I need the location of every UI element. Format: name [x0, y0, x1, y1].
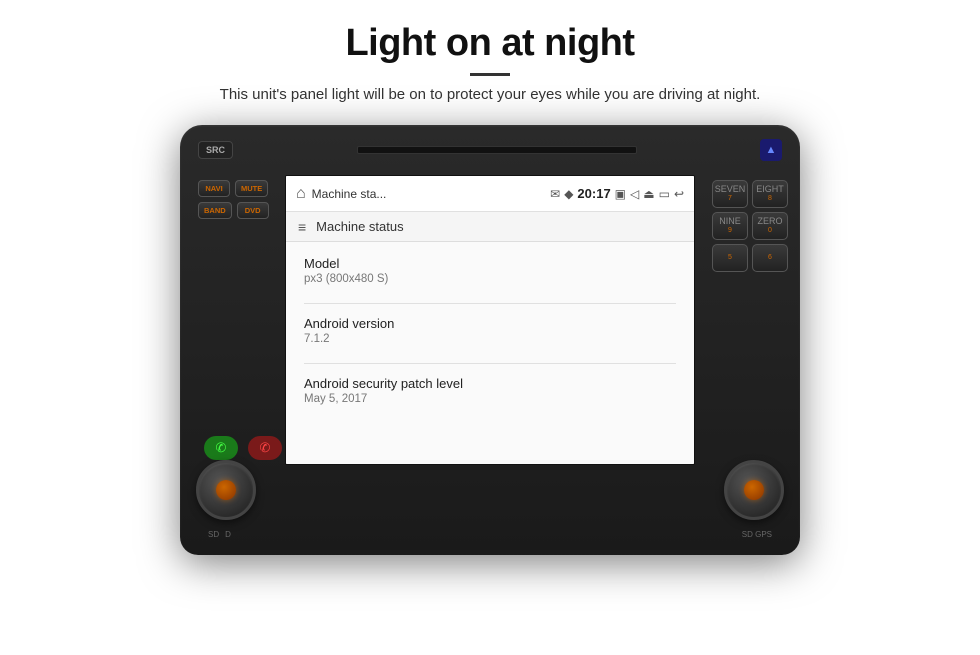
security-patch-label: Android security patch level: [304, 376, 676, 391]
nav-menu-icon[interactable]: ≡: [298, 219, 306, 235]
status-bar: ⌂ Machine sta... ✉ ◆ 20:17 ▣ ◁ ⏏ ▭ ↩: [286, 176, 694, 212]
btn-five[interactable]: 5: [712, 244, 748, 272]
phone-buttons: ✆ ✆: [204, 436, 282, 460]
triangle-icon: ▲: [766, 144, 777, 156]
ctrl-row-1: NAVI MUTE: [198, 180, 269, 197]
model-value: px3 (800x480 S): [304, 273, 676, 285]
d-label: D: [225, 530, 231, 539]
status-app-title: Machine sta...: [312, 187, 544, 201]
btn-eight[interactable]: EIGHT 8: [752, 180, 788, 208]
status-icons: ✉ ◆ 20:17 ▣ ◁ ⏏ ▭ ↩: [550, 186, 684, 201]
src-button[interactable]: SRC: [198, 141, 233, 159]
alert-button[interactable]: ▲: [760, 139, 782, 161]
cd-slot: [357, 146, 637, 154]
left-controls: NAVI MUTE BAND DVD: [198, 180, 269, 219]
btn-zero[interactable]: ZERO 0: [752, 212, 788, 240]
android-version-section: Android version 7.1.2: [304, 316, 676, 345]
nav-bar: ≡ Machine status: [286, 212, 694, 242]
cast-icon: ▭: [659, 187, 670, 201]
android-version-value: 7.1.2: [304, 333, 676, 345]
model-label: Model: [304, 256, 676, 271]
back-icon[interactable]: ↩: [674, 187, 684, 201]
screen-content: Model px3 (800x480 S) Android version 7.…: [286, 242, 694, 464]
divider-2: [304, 363, 676, 364]
page-subtitle: This unit's panel light will be on to pr…: [220, 86, 761, 103]
call-reject-button[interactable]: ✆: [248, 436, 282, 460]
divider-1: [304, 303, 676, 304]
ctrl-row-2: BAND DVD: [198, 202, 269, 219]
call-accept-button[interactable]: ✆: [204, 436, 238, 460]
btn-six[interactable]: 6: [752, 244, 788, 272]
message-icon: ✉: [550, 187, 560, 201]
android-version-label: Android version: [304, 316, 676, 331]
model-section: Model px3 (800x480 S): [304, 256, 676, 285]
top-buttons-row: SRC ▲: [198, 139, 782, 161]
end-call-icon: ✆: [260, 440, 271, 456]
left-knob[interactable]: [196, 460, 256, 520]
num-row-3: 5 6: [712, 244, 788, 272]
security-patch-value: May 5, 2017: [304, 393, 676, 405]
dvd-button[interactable]: DVD: [237, 202, 269, 219]
page-title: Light on at night: [220, 22, 761, 65]
home-icon[interactable]: ⌂: [296, 185, 306, 203]
sd-label: SD: [208, 530, 219, 539]
android-screen: ⌂ Machine sta... ✉ ◆ 20:17 ▣ ◁ ⏏ ▭ ↩ ≡ M…: [285, 175, 695, 465]
bottom-labels: SD D SD GPS: [180, 530, 800, 539]
navi-button[interactable]: NAVI: [198, 180, 230, 197]
sd-right-labels: SD GPS: [742, 530, 772, 539]
right-number-controls: SEVEN 7 EIGHT 8 NINE 9 ZERO 0: [712, 180, 788, 272]
sd-left-labels: SD D: [208, 530, 231, 539]
car-head-unit: SRC ▲ NAVI MUTE BAND DVD ✆ ✆: [180, 125, 800, 555]
status-time: 20:17: [577, 186, 610, 201]
page-container: Light on at night This unit's panel ligh…: [0, 0, 980, 655]
num-row-2: NINE 9 ZERO 0: [712, 212, 788, 240]
location-icon: ◆: [564, 187, 573, 201]
nav-title: Machine status: [316, 219, 403, 234]
btn-seven[interactable]: SEVEN 7: [712, 180, 748, 208]
right-knob[interactable]: [724, 460, 784, 520]
volume-icon: ◁: [630, 187, 639, 201]
band-button[interactable]: BAND: [198, 202, 232, 219]
phone-icon: ✆: [216, 440, 227, 456]
camera-icon: ▣: [615, 187, 626, 201]
btn-nine[interactable]: NINE 9: [712, 212, 748, 240]
security-patch-section: Android security patch level May 5, 2017: [304, 376, 676, 405]
mute-button[interactable]: MUTE: [235, 180, 268, 197]
title-section: Light on at night This unit's panel ligh…: [220, 22, 761, 119]
num-row-1: SEVEN 7 EIGHT 8: [712, 180, 788, 208]
sd-gps-label: SD GPS: [742, 530, 772, 539]
eject-icon: ⏏: [643, 187, 654, 201]
title-divider: [470, 73, 510, 76]
